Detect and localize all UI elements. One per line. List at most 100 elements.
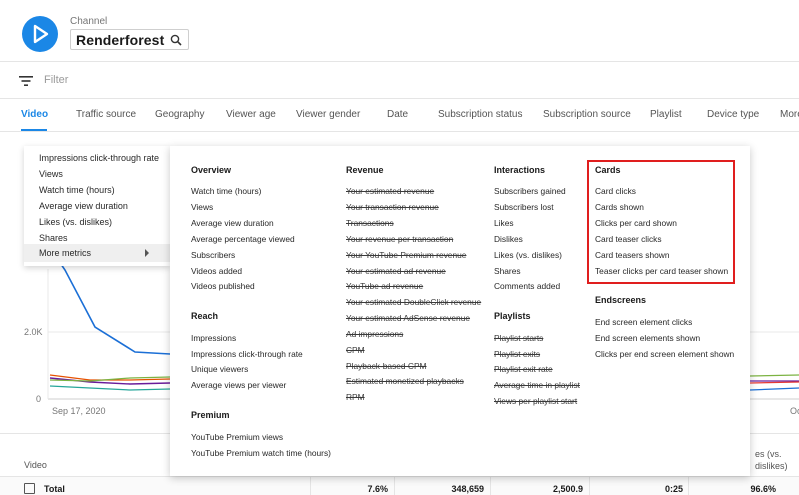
metric-playlist-starts: Playlist starts — [494, 333, 544, 343]
column-separator — [688, 477, 689, 495]
total-ctr: 7.6% — [367, 484, 388, 494]
metric-dislikes[interactable]: Dislikes — [494, 234, 523, 244]
dimension-tabs: Video Traffic source Geography Viewer ag… — [0, 99, 799, 132]
metric-card-teasers-shown[interactable]: Card teasers shown — [595, 250, 669, 260]
section-title-cards: Cards — [595, 165, 621, 175]
channel-name: Renderforest — [76, 31, 165, 48]
metric-monetized-playbacks: Estimated monetized playbacks — [346, 376, 464, 386]
tab-device-type[interactable]: Device type — [707, 109, 759, 120]
metric-views-per-playlist-start: Views per playlist start — [494, 396, 578, 406]
search-icon[interactable] — [170, 34, 182, 46]
table-header-likes-line2: dislikes) — [755, 461, 788, 471]
metric-premium-watch-time[interactable]: YouTube Premium watch time (hours) — [191, 448, 331, 458]
menu-item-views[interactable]: Views — [39, 169, 63, 179]
metric-premium-views[interactable]: YouTube Premium views — [191, 432, 283, 442]
menu-item-shares[interactable]: Shares — [39, 233, 68, 243]
tab-subscription-source[interactable]: Subscription source — [543, 109, 631, 120]
metric-shares[interactable]: Shares — [494, 266, 521, 276]
metric-dropdown-menu: Impressions click-through rate Views Wat… — [24, 146, 170, 266]
chevron-right-icon — [145, 249, 149, 257]
filter-input[interactable]: Filter — [44, 74, 68, 86]
metric-card-teaser-clicks[interactable]: Card teaser clicks — [595, 234, 662, 244]
table-header-video[interactable]: Video — [24, 460, 47, 470]
metric-impressions-ctr[interactable]: Impressions click-through rate — [191, 349, 303, 359]
tab-playlist[interactable]: Playlist — [650, 109, 682, 120]
more-metrics-label: More metrics — [39, 248, 92, 258]
metric-premium-revenue: Your YouTube Premium revenue — [346, 250, 467, 260]
metric-card-clicks[interactable]: Card clicks — [595, 186, 636, 196]
metric-videos-published[interactable]: Videos published — [191, 281, 255, 291]
metric-views[interactable]: Views — [191, 202, 213, 212]
tab-more[interactable]: More — [780, 109, 799, 120]
table-header-likes[interactable]: es (vs. dislikes) — [755, 448, 788, 472]
metric-comments-added[interactable]: Comments added — [494, 281, 560, 291]
metric-clicks-per-end-screen[interactable]: Clicks per end screen element shown — [595, 349, 734, 359]
metric-teaser-clicks-per-teaser-shown[interactable]: Teaser clicks per card teaser shown — [595, 266, 728, 276]
column-separator — [394, 477, 395, 495]
metric-avg-time-in-playlist: Average time in playlist — [494, 380, 580, 390]
metric-avg-view-duration[interactable]: Average view duration — [191, 218, 274, 228]
metric-subscribers-gained[interactable]: Subscribers gained — [494, 186, 566, 196]
header: Channel Renderforest — [0, 0, 799, 62]
total-avg-duration: 0:25 — [664, 484, 683, 494]
metric-clicks-per-card-shown[interactable]: Clicks per card shown — [595, 218, 677, 228]
metric-avg-percentage-viewed[interactable]: Average percentage viewed — [191, 234, 295, 244]
metric-impressions[interactable]: Impressions — [191, 333, 236, 343]
section-title-endscreens: Endscreens — [595, 295, 647, 305]
series-line-teal — [49, 385, 171, 391]
tab-subscription-status[interactable]: Subscription status — [438, 109, 523, 120]
metric-likes-vs-dislikes[interactable]: Likes (vs. dislikes) — [494, 250, 562, 260]
metric-watch-time[interactable]: Watch time (hours) — [191, 186, 261, 196]
filter-bar[interactable]: Filter — [0, 62, 799, 99]
metric-playback-cpm: Playback-based CPM — [346, 361, 427, 371]
total-watch-time: 2,500.9 — [552, 484, 583, 494]
menu-item-avg-view-duration[interactable]: Average view duration — [39, 201, 128, 211]
y-tick-0: 0 — [36, 394, 42, 404]
metric-subscribers-lost[interactable]: Subscribers lost — [494, 202, 554, 212]
metric-cards-shown[interactable]: Cards shown — [595, 202, 644, 212]
tab-video[interactable]: Video — [21, 109, 48, 120]
metric-avg-views-per-viewer[interactable]: Average views per viewer — [191, 380, 286, 390]
metric-revenue-per-transaction: Your revenue per transaction — [346, 234, 454, 244]
play-icon — [33, 24, 49, 44]
total-row-label: Total — [44, 484, 65, 494]
y-tick-2k: 2.0K — [24, 327, 43, 337]
metric-rpm: RPM — [346, 392, 365, 402]
tab-date[interactable]: Date — [387, 109, 408, 120]
menu-item-likes[interactable]: Likes (vs. dislikes) — [39, 217, 112, 227]
metric-likes[interactable]: Likes — [494, 218, 514, 228]
x-tick-start: Sep 17, 2020 — [52, 406, 106, 416]
metric-end-screen-shown[interactable]: End screen elements shown — [595, 333, 700, 343]
metric-videos-added[interactable]: Videos added — [191, 266, 242, 276]
metric-ad-impressions: Ad impressions — [346, 329, 404, 339]
metric-youtube-ad-revenue: YouTube ad revenue — [346, 281, 424, 291]
metric-playlist-exit-rate: Playlist exit rate — [494, 364, 553, 374]
menu-item-impressions-ctr[interactable]: Impressions click-through rate — [39, 153, 159, 163]
table-header-likes-line1: es (vs. — [755, 449, 782, 459]
metric-doubleclick-revenue: Your estimated DoubleClick revenue — [346, 297, 482, 307]
tab-traffic-source[interactable]: Traffic source — [76, 109, 136, 120]
total-views: 348,659 — [451, 484, 484, 494]
menu-item-watch-time[interactable]: Watch time (hours) — [39, 185, 115, 195]
tabs-divider — [0, 131, 799, 132]
tab-geography[interactable]: Geography — [155, 109, 204, 120]
metric-unique-viewers[interactable]: Unique viewers — [191, 364, 248, 374]
more-metrics-panel: Overview Watch time (hours) Views Averag… — [170, 146, 750, 476]
section-title-revenue: Revenue — [346, 165, 384, 175]
metric-subscribers[interactable]: Subscribers — [191, 250, 235, 260]
metric-end-screen-clicks[interactable]: End screen element clicks — [595, 317, 692, 327]
menu-item-more-metrics[interactable]: More metrics — [24, 244, 170, 262]
total-likes-ratio: 96.6% — [750, 484, 776, 494]
filter-icon[interactable] — [19, 75, 33, 87]
tab-viewer-gender[interactable]: Viewer gender — [296, 109, 360, 120]
total-row-checkbox[interactable] — [24, 483, 35, 494]
channel-search-box[interactable]: Renderforest — [70, 29, 189, 50]
tab-viewer-age[interactable]: Viewer age — [226, 109, 276, 120]
section-title-premium: Premium — [191, 410, 230, 420]
metric-estimated-ad-revenue: Your estimated ad revenue — [346, 266, 446, 276]
section-title-overview: Overview — [191, 165, 232, 175]
channel-logo[interactable] — [22, 16, 58, 52]
metric-playlist-exits: Playlist exits — [494, 349, 541, 359]
metric-transactions: Transactions — [346, 218, 394, 228]
metric-transaction-revenue: Your transaction revenue — [346, 202, 439, 212]
